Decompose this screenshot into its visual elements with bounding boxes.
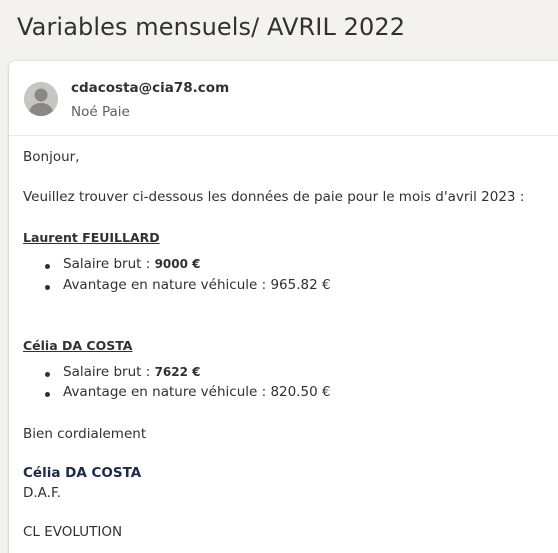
greeting: Bonjour, bbox=[23, 149, 80, 165]
signature-title: D.A.F. bbox=[23, 485, 61, 501]
message-header: cdacosta@cia78.com Noé Paie bbox=[9, 61, 558, 136]
bullet bbox=[45, 372, 50, 377]
bullet bbox=[45, 285, 50, 290]
salary-value: 9000 € bbox=[154, 257, 201, 271]
recipient-name[interactable]: Noé Paie bbox=[71, 104, 130, 120]
email-reading-pane: Variables mensuels/ AVRIL 2022 cdacosta@… bbox=[0, 0, 558, 553]
person-placeholder-icon[interactable] bbox=[24, 82, 58, 116]
benefit-item: Avantage en nature véhicule : 820.50 € bbox=[63, 384, 331, 400]
signature-name: Célia DA COSTA bbox=[23, 465, 142, 481]
bullet bbox=[45, 392, 50, 397]
employee-name: Laurent FEUILLARD bbox=[23, 230, 160, 245]
salary-item: Salaire brut : 9000 € bbox=[63, 256, 201, 272]
salary-value: 7622 € bbox=[154, 365, 201, 379]
bullet bbox=[45, 264, 50, 269]
salary-label: Salaire brut : bbox=[63, 364, 155, 380]
sender-email[interactable]: cdacosta@cia78.com bbox=[71, 80, 229, 96]
signature-company: CL EVOLUTION bbox=[23, 524, 123, 540]
message-card: cdacosta@cia78.com Noé Paie Bonjour, Veu… bbox=[9, 61, 558, 553]
employee-name: Célia DA COSTA bbox=[23, 338, 133, 353]
benefit-item: Avantage en nature véhicule : 965.82 € bbox=[63, 277, 331, 293]
salary-item: Salaire brut : 7622 € bbox=[63, 364, 201, 380]
email-subject: Variables mensuels/ AVRIL 2022 bbox=[17, 13, 406, 41]
intro-text: Veuillez trouver ci-dessous les données … bbox=[23, 189, 525, 205]
closing: Bien cordialement bbox=[23, 426, 147, 442]
salary-label: Salaire brut : bbox=[63, 256, 155, 272]
